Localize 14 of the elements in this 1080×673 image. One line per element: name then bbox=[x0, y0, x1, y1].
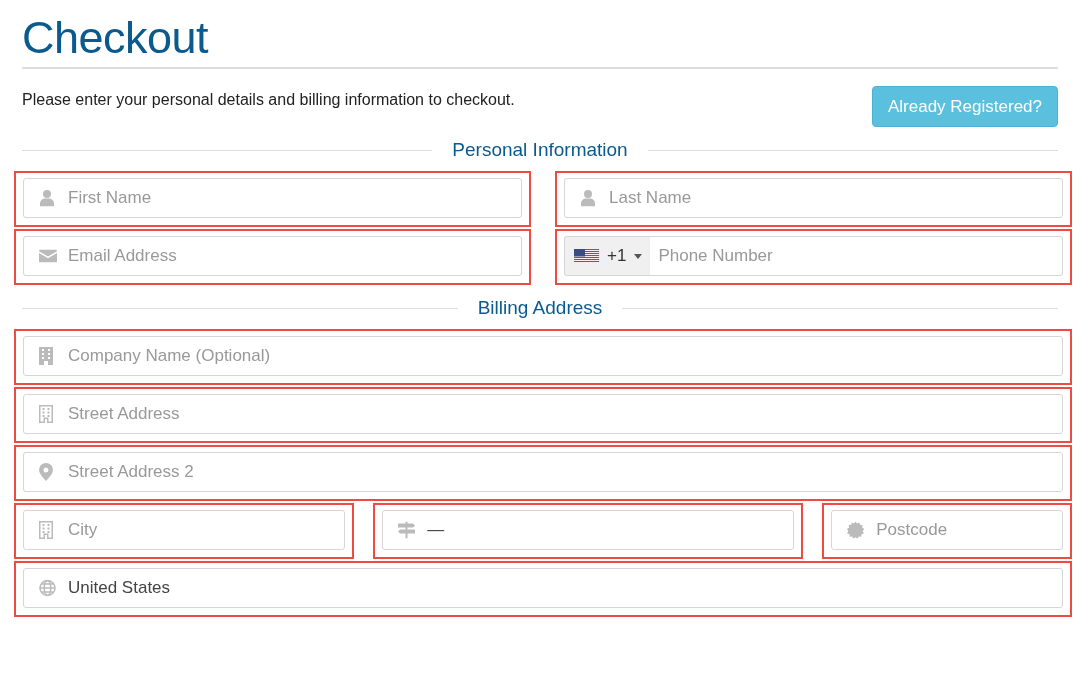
text-field[interactable]: Postcode bbox=[831, 510, 1063, 550]
section-heading: Personal Information bbox=[452, 138, 628, 162]
text-field[interactable]: United States bbox=[23, 568, 1063, 608]
text-field[interactable]: City bbox=[23, 510, 346, 550]
intro-text: Please enter your personal details and billing information to checkout. bbox=[22, 91, 515, 109]
text-field[interactable]: Company Name (Optional) bbox=[23, 336, 1063, 376]
text-field[interactable]: First Name bbox=[23, 178, 522, 218]
text-field[interactable]: Street Address bbox=[23, 394, 1063, 434]
text-field[interactable]: Email Address bbox=[23, 236, 522, 276]
page-title: Checkout bbox=[22, 11, 210, 64]
text-field[interactable]: Street Address 2 bbox=[23, 452, 1063, 492]
text-field[interactable]: — bbox=[382, 510, 795, 550]
text-field[interactable]: Last Name bbox=[564, 178, 1063, 218]
section-heading: Billing Address bbox=[477, 296, 603, 320]
